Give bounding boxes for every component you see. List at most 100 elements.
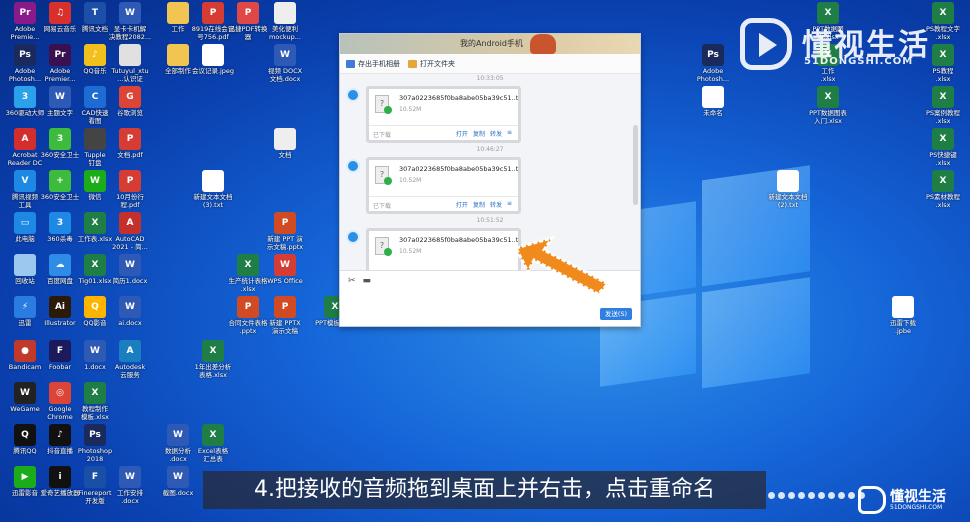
tray-icon[interactable] xyxy=(768,492,775,499)
avatar[interactable] xyxy=(346,230,360,244)
desktop-icon[interactable]: Ps Photoshop 2018 xyxy=(72,424,118,463)
desktop-icon[interactable]: X PS快捷键 .xlsx xyxy=(920,128,966,167)
desktop-icon[interactable]: W WPS Office xyxy=(262,254,308,285)
desktop-icon[interactable]: X Excel表格 汇总表 xyxy=(190,424,236,463)
file-icon: W xyxy=(119,254,141,276)
save-to-phone-button[interactable]: 存出手机相册 xyxy=(346,59,400,69)
desktop-icon[interactable]: P 10月份行 程.pdf xyxy=(107,170,153,209)
file-icon: ● xyxy=(14,340,36,362)
folder-icon[interactable]: ▬ xyxy=(363,276,372,286)
file-icon: ▶ xyxy=(14,466,36,488)
scissors-icon[interactable]: ✂ xyxy=(348,276,356,286)
desktop-icon[interactable]: W 截图.docx xyxy=(155,466,201,497)
tray-icon[interactable] xyxy=(808,492,815,499)
open-link[interactable]: 打开 xyxy=(456,129,468,138)
desktop-icon[interactable]: Ps Adobe Photosh... xyxy=(690,44,736,83)
desktop-icon[interactable]: 新建文本文档 (2).txt xyxy=(765,170,811,209)
file-card-actions: 已下载 打开 复制 转发 ≡ xyxy=(369,125,518,140)
desktop-icon[interactable]: P 新建 PPT 演 示文稿.pptx xyxy=(262,212,308,251)
open-folder-button[interactable]: 打开文件夹 xyxy=(408,59,455,69)
corner-watermark: 懂视生活 51DONGSHI.COM xyxy=(858,484,966,518)
file-icon xyxy=(892,296,914,318)
desktop-icon[interactable]: Tutuyul_xtu ...认识证 xyxy=(107,44,153,83)
file-icon: P xyxy=(119,170,141,192)
file-size: 10.52M xyxy=(399,177,422,184)
desktop-icon[interactable]: 美化便利 mockup... xyxy=(262,2,308,41)
desktop-icon[interactable]: 会议记录.jpeg xyxy=(190,44,236,75)
desktop-icon[interactable]: W 工作安排 .docx xyxy=(107,466,153,505)
desktop-icon[interactable]: A AutoCAD 2021 - 简... xyxy=(107,212,153,251)
timestamp: 10:33:05 xyxy=(476,75,504,82)
corner-brand: 懂视生活 xyxy=(890,489,946,505)
file-icon: W xyxy=(167,466,189,488)
file-icon: P xyxy=(237,2,259,24)
desktop-icon[interactable]: A Autodesk 云服务 xyxy=(107,340,153,379)
desktop-icon[interactable]: P 新建 PPTX 演示文稿 xyxy=(262,296,308,335)
more-menu-icon[interactable]: ≡ xyxy=(507,200,512,209)
tray-icon[interactable] xyxy=(798,492,805,499)
file-message: ? 307a0223685f0ba8abe05ba39c51..t 10.52M… xyxy=(340,155,640,217)
desktop-icon-label: PPT数据图表 入门.xlsx xyxy=(809,109,847,125)
tray-icon[interactable] xyxy=(838,492,845,499)
watermark-logo: 懂视生活 51DONGSHI.COM xyxy=(740,18,950,72)
tray-icon[interactable] xyxy=(778,492,785,499)
tray-icon[interactable] xyxy=(848,492,855,499)
desktop-icon[interactable]: X PPT数据图表 入门.xlsx xyxy=(805,86,851,125)
desktop-icon[interactable]: W 显卡卡机解 决教程2082... xyxy=(107,2,153,41)
desktop-icon[interactable]: 未命名 xyxy=(690,86,736,117)
forward-link[interactable]: 转发 xyxy=(490,129,502,138)
desktop-icon[interactable]: 文档 xyxy=(262,128,308,159)
tray-icon[interactable] xyxy=(818,492,825,499)
open-link[interactable]: 打开 xyxy=(456,200,468,209)
file-icon: W xyxy=(119,466,141,488)
chat-scrollbar[interactable] xyxy=(633,125,638,205)
download-status: 已下载 xyxy=(373,132,392,139)
file-card[interactable]: ? 307a0223685f0ba8abe05ba39c51..t 10.52M xyxy=(366,228,521,270)
copy-link[interactable]: 复制 xyxy=(473,200,485,209)
corner-url: 51DONGSHI.COM xyxy=(890,504,943,511)
desktop-icon[interactable]: P 文档.pdf xyxy=(107,128,153,159)
desktop-icon[interactable]: W 简历1.docx xyxy=(107,254,153,285)
desktop-icon[interactable]: 新建文本文档 (3).txt xyxy=(190,170,236,209)
desktop-icon[interactable]: W 视频 DOCX 文档.docx xyxy=(262,44,308,83)
desktop-icon[interactable]: X 教程制作 模板.xlsx xyxy=(72,382,118,421)
file-icon: W xyxy=(119,2,141,24)
desktop-icon[interactable]: X PS案例教程 .xlsx xyxy=(920,86,966,125)
file-icon: X xyxy=(84,254,106,276)
avatar[interactable] xyxy=(346,88,360,102)
desktop-icon-label: 未命名 xyxy=(703,109,723,117)
desktop-icon-label: PS快捷键 .xlsx xyxy=(929,151,957,167)
avatar[interactable] xyxy=(346,159,360,173)
file-icon: Q xyxy=(14,424,36,446)
file-message: ? 307a0223685f0ba8abe05ba39c51..t 10.52M… xyxy=(340,84,640,146)
timestamp: 10:46:27 xyxy=(476,146,504,153)
desktop-icon[interactable]: 迅雷下载 .jpbe xyxy=(880,296,926,335)
desktop-icon-label: 文档.pdf xyxy=(117,151,143,159)
timestamp: 10:51:52 xyxy=(476,217,504,224)
desktop-icon-label: 截图.docx xyxy=(162,489,194,497)
tray-icon[interactable] xyxy=(788,492,795,499)
window-banner[interactable]: 我的Android手机 xyxy=(340,34,640,54)
file-card[interactable]: ? 307a0223685f0ba8abe05ba39c51..t 10.52M… xyxy=(366,86,521,143)
file-icon xyxy=(119,44,141,66)
desktop-icon[interactable]: X PS素材教程 .xlsx xyxy=(920,170,966,209)
file-icon: W xyxy=(119,296,141,318)
send-button[interactable]: 发送(S) xyxy=(600,308,632,320)
copy-link[interactable]: 复制 xyxy=(473,129,485,138)
desktop-icon[interactable]: Wai.docx xyxy=(107,296,153,327)
tray-icon[interactable] xyxy=(828,492,835,499)
file-icon: i xyxy=(49,466,71,488)
desktop-icon[interactable]: G 谷歌浏览 xyxy=(107,86,153,117)
file-icon: G xyxy=(119,86,141,108)
more-menu-icon[interactable]: ≡ xyxy=(507,129,512,138)
banner-mascot-icon xyxy=(530,34,556,54)
check-icon xyxy=(384,248,392,256)
file-card[interactable]: ? 307a0223685f0ba8abe05ba39c51..t 10.52M… xyxy=(366,157,521,214)
forward-link[interactable]: 转发 xyxy=(490,200,502,209)
file-icon: W xyxy=(49,86,71,108)
watermark-url: 51DONGSHI.COM xyxy=(804,56,914,67)
file-icon: W xyxy=(84,340,106,362)
file-icon: W xyxy=(84,170,106,192)
desktop-icon[interactable]: X 1年出差分析 表格.xlsx xyxy=(190,340,236,379)
file-icon: X xyxy=(202,340,224,362)
